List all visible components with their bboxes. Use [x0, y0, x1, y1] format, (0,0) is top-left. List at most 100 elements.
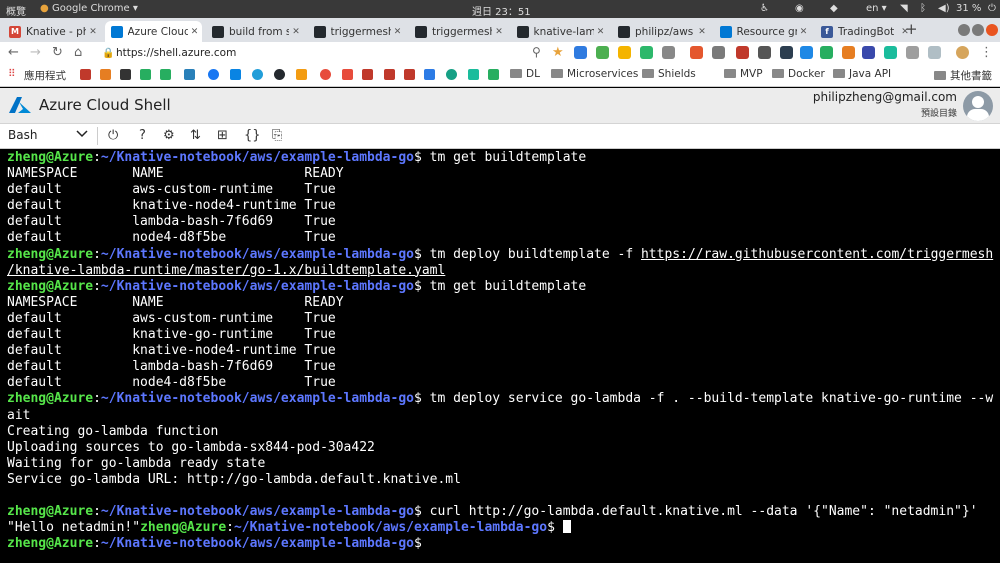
restart-icon[interactable]: ⏻: [108, 128, 118, 143]
browser-tab[interactable]: Azure Cloud S✕: [104, 21, 202, 42]
extension-icon[interactable]: [640, 46, 653, 59]
bookmark-favicon[interactable]: [80, 69, 91, 80]
network-icon[interactable]: ◉: [795, 3, 804, 14]
bookmark-favicon[interactable]: [342, 69, 353, 80]
bookmark-favicon[interactable]: [120, 69, 131, 80]
reload-icon[interactable]: ↻: [52, 45, 63, 60]
extension-icon[interactable]: [780, 46, 793, 59]
browser-tab[interactable]: triggermesh ✕: [409, 21, 506, 42]
extension-icon[interactable]: [618, 46, 631, 59]
bookmark-folder-java-api[interactable]: Java API: [833, 68, 891, 80]
new-tab-button[interactable]: +: [905, 20, 918, 38]
bookmark-folder-dl[interactable]: DL: [510, 68, 540, 80]
chevron-down-icon[interactable]: [76, 128, 88, 140]
bookmark-folder-other[interactable]: 其他書籤: [934, 68, 992, 83]
bookmark-favicon[interactable]: [230, 69, 241, 80]
bookmark-favicon[interactable]: [296, 69, 307, 80]
extension-icon[interactable]: [842, 46, 855, 59]
account-email[interactable]: philipzheng@gmail.com: [813, 90, 957, 104]
maximize-button[interactable]: [972, 24, 984, 36]
tab-close-icon[interactable]: ✕: [695, 27, 709, 37]
extension-icon[interactable]: [800, 46, 813, 59]
volume-icon[interactable]: ◀): [938, 3, 950, 14]
tab-close-icon[interactable]: ✕: [188, 27, 202, 37]
bookmark-folder-docker[interactable]: Docker: [772, 68, 825, 80]
home-icon[interactable]: ⌂: [74, 45, 82, 60]
browser-tab[interactable]: triggermesh ✕: [308, 21, 405, 42]
bookmark-favicon[interactable]: [140, 69, 151, 80]
help-icon[interactable]: ?: [139, 128, 146, 143]
extension-icon[interactable]: [906, 46, 919, 59]
profile-icon[interactable]: [956, 46, 969, 59]
bookmark-apps[interactable]: 應用程式: [24, 68, 66, 83]
minimize-button[interactable]: [958, 24, 970, 36]
accessibility-icon[interactable]: ♿: [760, 3, 769, 14]
bookmark-star-icon[interactable]: ★: [552, 45, 564, 60]
bookmark-favicon[interactable]: [160, 69, 171, 80]
extension-icon[interactable]: [712, 46, 725, 59]
avatar[interactable]: [963, 91, 993, 121]
tab-close-icon[interactable]: ✕: [492, 27, 506, 37]
extension-icon[interactable]: [884, 46, 897, 59]
url-field[interactable]: 🔒 https://shell.azure.com: [96, 44, 526, 63]
account-directory[interactable]: 預設目錄: [921, 106, 957, 119]
extension-icon[interactable]: [662, 46, 675, 59]
bookmark-favicon[interactable]: [184, 69, 195, 80]
extension-icon[interactable]: [862, 46, 875, 59]
apps-grid-icon[interactable]: ⠿: [8, 68, 16, 80]
bookmark-favicon[interactable]: [208, 69, 219, 80]
bookmark-favicon[interactable]: [404, 69, 415, 80]
browser-tab[interactable]: f TradingBot ✕: [815, 21, 912, 42]
close-window-button[interactable]: [986, 24, 998, 36]
extension-icon[interactable]: [574, 46, 587, 59]
clock[interactable]: 週日 23：51: [472, 3, 531, 18]
browser-tab[interactable]: build from s ✕: [206, 21, 303, 42]
extension-icon[interactable]: [758, 46, 771, 59]
bookmark-favicon[interactable]: [488, 69, 499, 80]
bluetooth-icon[interactable]: ᛒ: [920, 3, 926, 14]
bookmark-favicon[interactable]: [100, 69, 111, 80]
bookmark-favicon[interactable]: [424, 69, 435, 80]
terminal[interactable]: zheng@Azure:~/Knative-notebook/aws/examp…: [0, 149, 1000, 563]
forward-icon[interactable]: →: [30, 45, 41, 60]
new-session-icon[interactable]: ⊞: [217, 128, 228, 143]
language-indicator[interactable]: en ▾: [866, 3, 887, 14]
browser-tab[interactable]: M Knative - ph ✕: [3, 21, 100, 42]
chrome-menu-icon[interactable]: ⋮: [980, 45, 993, 60]
extension-icon[interactable]: [928, 46, 941, 59]
battery-indicator[interactable]: 31 %: [956, 3, 981, 14]
editor-braces-icon[interactable]: {}: [244, 128, 261, 143]
zoom-icon[interactable]: ⚲: [532, 45, 541, 59]
bookmark-folder-mvp[interactable]: MVP: [724, 68, 763, 80]
extension-icon[interactable]: [596, 46, 609, 59]
back-icon[interactable]: ←: [8, 45, 19, 60]
tab-close-icon[interactable]: ✕: [594, 27, 608, 37]
extension-icon[interactable]: [820, 46, 833, 59]
tab-close-icon[interactable]: ✕: [86, 27, 100, 37]
tab-close-icon[interactable]: ✕: [289, 27, 303, 37]
upload-download-icon[interactable]: ⇅: [190, 128, 201, 143]
browser-tab[interactable]: Resource gr ✕: [714, 21, 811, 42]
app-menu-label[interactable]: Google Chrome ▾: [52, 3, 138, 14]
bookmark-folder-microservices[interactable]: Microservices: [551, 68, 638, 80]
tab-close-icon[interactable]: ✕: [391, 27, 405, 37]
bookmark-favicon[interactable]: [320, 69, 331, 80]
extension-icon[interactable]: [736, 46, 749, 59]
power-icon[interactable]: ⏻: [988, 3, 996, 14]
activities-label[interactable]: 概覽: [6, 3, 26, 18]
web-preview-icon[interactable]: ⎘: [272, 128, 282, 143]
wifi-icon[interactable]: ◥: [900, 3, 908, 14]
bookmark-favicon[interactable]: [468, 69, 479, 80]
bookmark-favicon[interactable]: [252, 69, 263, 80]
browser-tab[interactable]: knative-lamb✕: [511, 21, 608, 42]
shell-type-select[interactable]: Bash: [8, 128, 37, 142]
dropbox-icon[interactable]: ◆: [830, 3, 838, 14]
settings-gear-icon[interactable]: ⚙: [163, 128, 175, 143]
bookmark-favicon[interactable]: [446, 69, 457, 80]
tab-close-icon[interactable]: ✕: [797, 27, 811, 37]
bookmark-folder-shields[interactable]: Shields: [642, 68, 696, 80]
bookmark-favicon[interactable]: [362, 69, 373, 80]
browser-tab[interactable]: philipz/aws ✕: [612, 21, 709, 42]
bookmark-favicon[interactable]: [384, 69, 395, 80]
extension-icon[interactable]: [690, 46, 703, 59]
